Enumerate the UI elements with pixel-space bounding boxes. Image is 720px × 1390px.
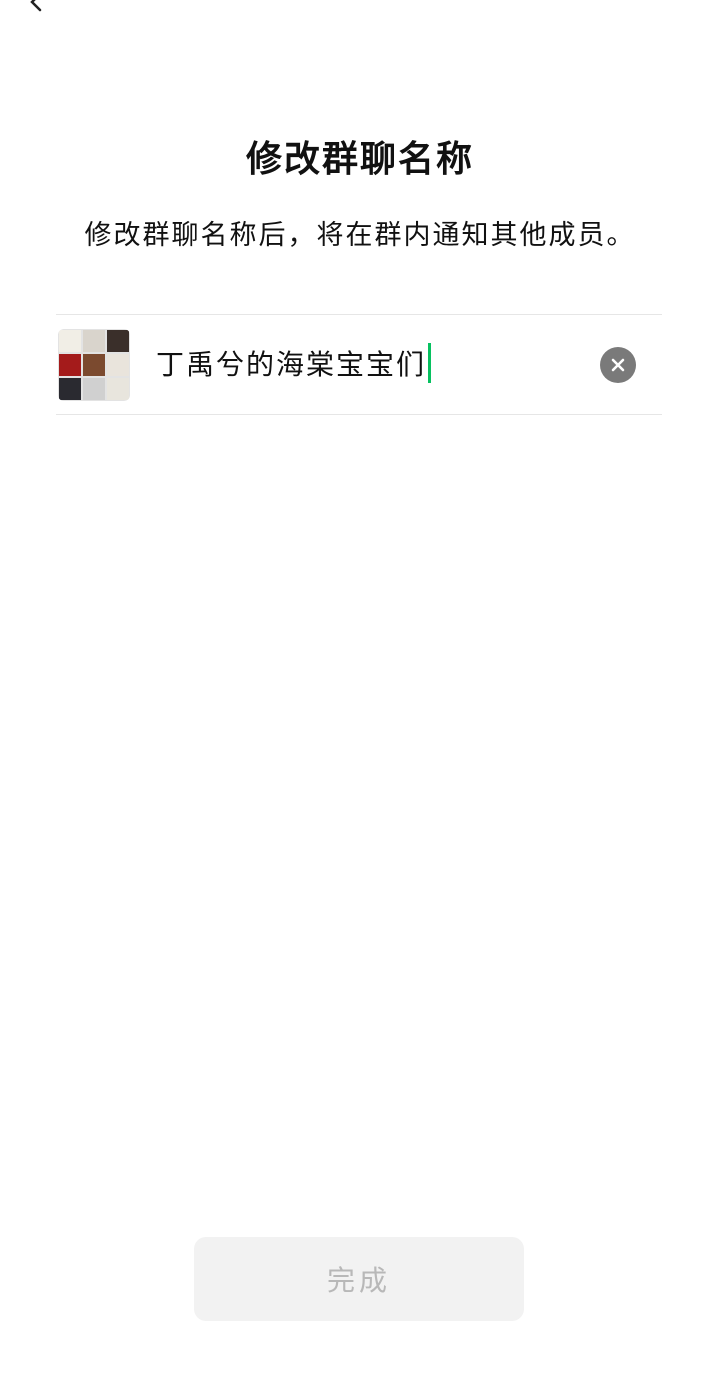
done-button[interactable]: 完成 (194, 1237, 524, 1321)
group-name-row: 丁禹兮的海棠宝宝们 (56, 315, 662, 414)
group-avatar (58, 329, 130, 401)
back-arrow-icon[interactable] (26, 0, 46, 12)
divider-bottom (56, 414, 662, 415)
avatar-cell (59, 378, 81, 400)
avatar-cell (107, 354, 129, 376)
page-title: 修改群聊名称 (245, 139, 474, 180)
text-caret (428, 343, 432, 383)
avatar-cell (83, 330, 105, 352)
avatar-cell (107, 378, 129, 400)
group-name-input[interactable]: 丁禹兮的海棠宝宝们 (156, 341, 432, 385)
avatar-cell (83, 378, 105, 400)
group-name-text: 丁禹兮的海棠宝宝们 (156, 348, 427, 381)
avatar-cell (59, 330, 81, 352)
page-subtitle: 修改群聊名称后，将在群内通知其他成员。 (84, 220, 636, 251)
avatar-cell (83, 354, 105, 376)
avatar-cell (59, 354, 81, 376)
avatar-cell (107, 330, 129, 352)
clear-icon[interactable] (600, 347, 636, 383)
